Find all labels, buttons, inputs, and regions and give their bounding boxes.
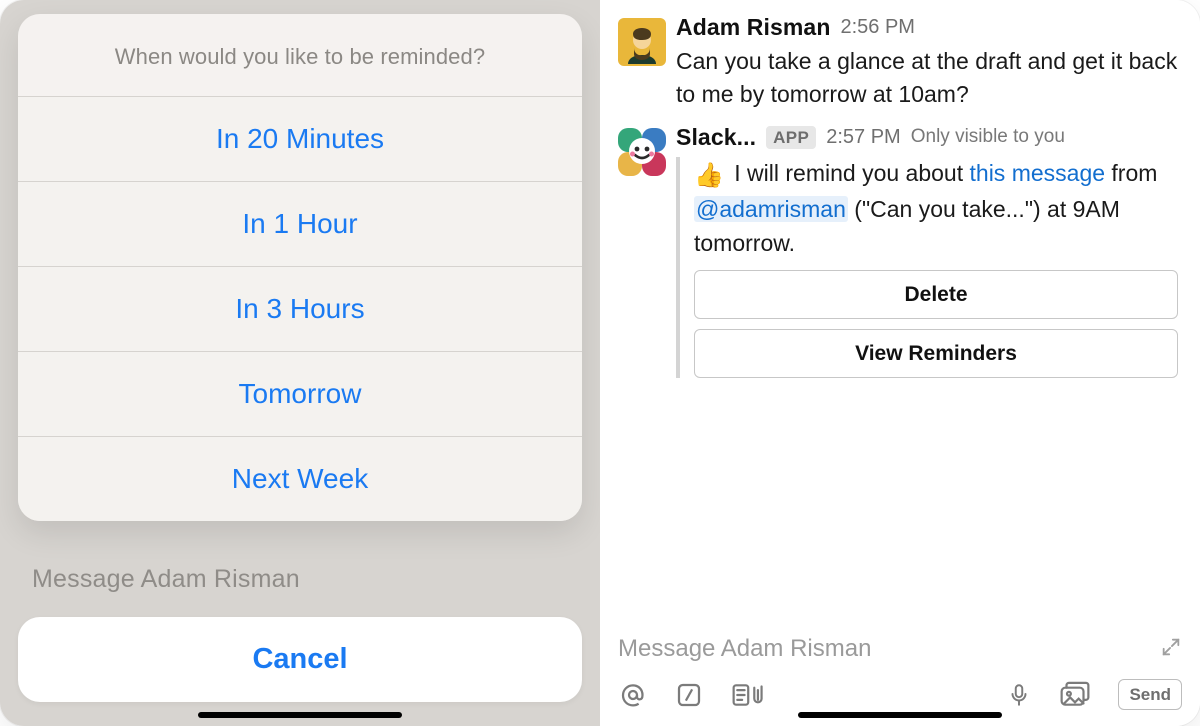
- bot-confirmation-text: 👍 I will remind you about this message f…: [694, 157, 1178, 260]
- left-panel-action-sheet: Message Adam Risman When would you like …: [0, 0, 600, 726]
- user-mention[interactable]: @adamrisman: [694, 196, 848, 222]
- attach-file-icon[interactable]: [730, 680, 764, 710]
- expand-composer-icon[interactable]: [1160, 636, 1182, 663]
- message-slackbot: Slack... APP 2:57 PM Only visible to you…: [618, 124, 1180, 378]
- action-sheet-title: When would you like to be reminded?: [18, 14, 582, 97]
- remind-option-1-hour[interactable]: In 1 Hour: [18, 182, 582, 267]
- view-reminders-button[interactable]: View Reminders: [694, 329, 1178, 378]
- message-author-name: Adam Risman: [676, 14, 830, 41]
- reminder-action-sheet: When would you like to be reminded? In 2…: [18, 14, 582, 521]
- reminder-message-link[interactable]: this message: [970, 160, 1106, 186]
- image-icon[interactable]: [1058, 680, 1092, 710]
- app-frame: Message Adam Risman When would you like …: [0, 0, 1200, 726]
- remind-option-next-week[interactable]: Next Week: [18, 437, 582, 521]
- composer-toolbar: Send: [618, 671, 1182, 710]
- right-panel-chat: Adam Risman 2:56 PM Can you take a glanc…: [600, 0, 1200, 726]
- message-text: Can you take a glance at the draft and g…: [676, 43, 1180, 112]
- app-badge: APP: [766, 126, 816, 149]
- composer-placeholder: Message Adam Risman: [618, 635, 871, 663]
- avatar-adam: [618, 18, 666, 66]
- message-time: 2:56 PM: [840, 16, 914, 39]
- visibility-note: Only visible to you: [911, 126, 1065, 148]
- composer-input-row[interactable]: Message Adam Risman: [618, 627, 1182, 671]
- bot-text-mid: from: [1105, 160, 1157, 186]
- remind-option-tomorrow[interactable]: Tomorrow: [18, 352, 582, 437]
- home-indicator: [798, 712, 1002, 718]
- dimmed-composer-placeholder: Message Adam Risman: [32, 565, 300, 594]
- message-adam: Adam Risman 2:56 PM Can you take a glanc…: [618, 14, 1180, 112]
- cancel-button[interactable]: Cancel: [18, 617, 582, 702]
- message-body: Slack... APP 2:57 PM Only visible to you…: [676, 124, 1180, 378]
- slash-command-icon[interactable]: [674, 680, 704, 710]
- send-button[interactable]: Send: [1118, 679, 1182, 710]
- thumbs-up-emoji: 👍: [694, 162, 724, 189]
- microphone-icon[interactable]: [1006, 680, 1032, 710]
- bot-name: Slack...: [676, 124, 756, 151]
- message-list: Adam Risman 2:56 PM Can you take a glanc…: [600, 0, 1200, 627]
- bot-time: 2:57 PM: [826, 126, 900, 149]
- bot-text-prefix: I will remind you about: [728, 160, 970, 186]
- message-body: Adam Risman 2:56 PM Can you take a glanc…: [676, 14, 1180, 112]
- bot-confirmation-block: 👍 I will remind you about this message f…: [676, 157, 1180, 378]
- mention-icon[interactable]: [618, 680, 648, 710]
- home-indicator: [198, 712, 402, 718]
- avatar-slackbot: [618, 128, 666, 176]
- remind-option-20-minutes[interactable]: In 20 Minutes: [18, 97, 582, 182]
- delete-reminder-button[interactable]: Delete: [694, 270, 1178, 319]
- remind-option-3-hours[interactable]: In 3 Hours: [18, 267, 582, 352]
